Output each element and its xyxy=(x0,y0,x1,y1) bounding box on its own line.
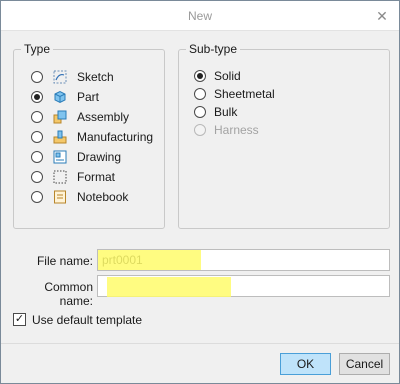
new-dialog: New ✕ Type Sketch Part Assembly Manufact… xyxy=(0,0,400,384)
format-icon xyxy=(53,170,67,184)
solid-label: Solid xyxy=(214,69,241,83)
subtype-groupbox: Sub-type Solid Sheetmetal Bulk Harness xyxy=(178,42,390,229)
default-template-label: Use default template xyxy=(32,313,143,327)
type-group-label: Type xyxy=(21,42,54,56)
sheetmetal-label: Sheetmetal xyxy=(214,87,275,101)
type-option-part[interactable]: Part xyxy=(31,88,99,106)
subtype-option-harness: Harness xyxy=(194,121,259,139)
file-name-highlight xyxy=(98,250,201,270)
manufacturing-radio[interactable] xyxy=(31,131,43,143)
drawing-icon xyxy=(53,150,67,164)
subtype-group-label: Sub-type xyxy=(186,42,241,56)
format-label: Format xyxy=(77,170,116,184)
subtype-option-bulk[interactable]: Bulk xyxy=(194,103,237,121)
harness-radio xyxy=(194,124,206,136)
file-name-label: File name: xyxy=(36,254,93,268)
drawing-label: Drawing xyxy=(77,150,122,164)
part-label: Part xyxy=(77,90,100,104)
format-radio[interactable] xyxy=(31,171,43,183)
type-option-format[interactable]: Format xyxy=(31,168,115,186)
type-option-notebook[interactable]: Notebook xyxy=(31,188,128,206)
title-bar: New ✕ xyxy=(1,1,399,31)
common-name-label: Common name: xyxy=(44,280,93,308)
harness-label: Harness xyxy=(214,123,259,137)
common-name-highlight xyxy=(107,277,231,297)
sketch-radio[interactable] xyxy=(31,71,43,83)
notebook-radio[interactable] xyxy=(31,191,43,203)
assembly-radio[interactable] xyxy=(31,111,43,123)
ok-button[interactable]: OK xyxy=(280,353,331,375)
part-radio[interactable] xyxy=(31,91,43,103)
manufacturing-icon xyxy=(53,130,67,144)
check-icon: ✓ xyxy=(14,313,25,325)
bulk-radio[interactable] xyxy=(194,106,206,118)
assembly-icon xyxy=(53,110,67,124)
default-template-checkbox[interactable]: ✓ xyxy=(13,313,26,326)
sketch-icon xyxy=(53,70,67,84)
notebook-icon xyxy=(54,190,66,204)
manufacturing-label: Manufacturing xyxy=(77,130,154,144)
type-option-assembly[interactable]: Assembly xyxy=(31,108,129,126)
subtype-option-solid[interactable]: Solid xyxy=(194,67,241,85)
type-option-sketch[interactable]: Sketch xyxy=(31,68,114,86)
sheetmetal-radio[interactable] xyxy=(194,88,206,100)
sketch-label: Sketch xyxy=(77,70,114,84)
footer-divider xyxy=(1,343,399,344)
type-option-manufacturing[interactable]: Manufacturing xyxy=(31,128,153,146)
notebook-label: Notebook xyxy=(77,190,129,204)
type-option-drawing[interactable]: Drawing xyxy=(31,148,121,166)
cancel-button[interactable]: Cancel xyxy=(339,353,390,375)
subtype-option-sheetmetal[interactable]: Sheetmetal xyxy=(194,85,275,103)
solid-radio[interactable] xyxy=(194,70,206,82)
close-icon: ✕ xyxy=(376,8,388,24)
assembly-label: Assembly xyxy=(77,110,130,124)
dialog-title: New xyxy=(187,9,212,23)
bulk-label: Bulk xyxy=(214,105,238,119)
close-button[interactable]: ✕ xyxy=(371,5,393,27)
part-icon xyxy=(54,90,66,104)
type-groupbox: Type Sketch Part Assembly Manufacturing … xyxy=(13,42,165,229)
drawing-radio[interactable] xyxy=(31,151,43,163)
